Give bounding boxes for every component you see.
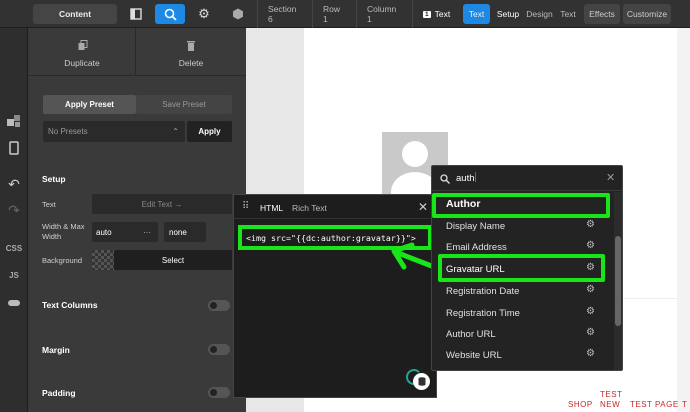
duplicate-button[interactable]: Duplicate — [28, 28, 136, 76]
hexagon-button[interactable] — [228, 4, 248, 24]
tab-text[interactable]: Text — [463, 4, 490, 24]
content-button[interactable]: Content — [33, 4, 117, 24]
gear-icon: ⚙ — [198, 6, 210, 21]
dropdown-search-input[interactable]: auth — [456, 172, 596, 186]
dropdown-item-gravatar-url[interactable]: Gravatar URL — [446, 264, 505, 275]
dropdown-item-registration-date[interactable]: Registration Date — [446, 286, 519, 297]
edit-text-button[interactable]: Edit Text → — [92, 194, 232, 214]
nav-test-new[interactable]: TEST NEW — [600, 390, 622, 410]
breadcrumb-column[interactable]: Column 1 — [356, 0, 412, 28]
dropdown-group-author: Author — [446, 198, 481, 210]
apply-button[interactable]: Apply — [187, 121, 232, 142]
top-toolbar: Content ⚙ Section 6 Row 1 Column 1 1 Tex… — [0, 0, 690, 28]
margin-heading: Margin — [42, 345, 70, 355]
settings-gear-button[interactable]: ⚙ — [194, 4, 214, 24]
tab-text-style[interactable]: Text — [557, 4, 579, 24]
breadcrumb-text[interactable]: 1 Text — [412, 0, 460, 28]
redo-icon[interactable]: ↷ — [0, 202, 28, 219]
drag-handle-icon[interactable]: ⠿ — [242, 201, 249, 212]
tab-html[interactable]: HTML — [260, 203, 283, 213]
padding-heading: Padding — [42, 388, 76, 398]
layout-icon[interactable] — [126, 4, 146, 24]
inspector-panel: Duplicate Delete Apply Preset Save Prese… — [28, 28, 246, 412]
dropdown-item-email-address[interactable]: Email Address — [446, 242, 507, 253]
hexagon-icon — [233, 8, 243, 20]
transparency-swatch[interactable] — [92, 250, 114, 270]
breadcrumb-text-label: Text — [434, 9, 451, 19]
mobile-icon[interactable] — [0, 141, 28, 157]
dropdown-scrollbar-thumb[interactable] — [615, 236, 621, 326]
text-columns-toggle[interactable] — [208, 300, 230, 311]
database-button[interactable] — [413, 373, 430, 390]
database-icon — [418, 377, 425, 386]
background-label: Background — [42, 256, 83, 265]
nav-shop[interactable]: SHOP — [568, 400, 593, 409]
search-button[interactable] — [155, 4, 185, 24]
apply-preset-button[interactable]: Apply Preset — [43, 95, 136, 114]
delete-label: Delete — [178, 58, 204, 68]
js-button[interactable]: JS — [0, 271, 28, 280]
search-icon — [440, 174, 450, 184]
delete-button[interactable]: Delete — [136, 28, 246, 76]
setup-heading: Setup — [42, 174, 66, 184]
canvas-scrollbar[interactable] — [677, 28, 690, 412]
close-editor-icon[interactable]: ✕ — [418, 200, 428, 214]
gear-icon[interactable]: ⚙ — [586, 240, 595, 251]
dropdown-item-display-name[interactable]: Display Name — [446, 221, 505, 232]
search-icon — [164, 8, 177, 21]
dropdown-divider — [432, 190, 622, 191]
breadcrumb-row[interactable]: Row 1 — [312, 0, 356, 28]
max-width-input[interactable]: none — [164, 222, 206, 242]
dropdown-close-icon[interactable]: ✕ — [606, 171, 615, 184]
width-more-button[interactable]: ⋯ — [136, 222, 158, 242]
gamepad-icon[interactable] — [0, 298, 28, 310]
breadcrumb-badge: 1 — [423, 10, 431, 18]
customize-button[interactable]: Customize — [623, 4, 671, 24]
width-input[interactable]: auto — [92, 222, 136, 242]
select-arrows-icon: ⌃ — [172, 127, 179, 136]
tab-rich-text[interactable]: Rich Text — [292, 203, 327, 213]
trash-icon — [187, 41, 195, 51]
left-rail: ↶ ↷ CSS JS — [0, 28, 28, 412]
presets-select-value: No Presets — [48, 127, 88, 136]
editor-divider — [234, 218, 436, 219]
gear-icon[interactable]: ⚙ — [586, 327, 595, 338]
undo-icon[interactable]: ↶ — [0, 176, 28, 193]
copy-icon — [78, 40, 88, 50]
html-editor-popup: ⠿ HTML Rich Text ✕ <img src="{{dc:author… — [233, 194, 437, 398]
css-button[interactable]: CSS — [0, 244, 28, 253]
effects-button[interactable]: Effects — [584, 4, 620, 24]
gear-icon[interactable]: ⚙ — [586, 219, 595, 230]
text-columns-heading: Text Columns — [42, 300, 98, 310]
save-preset-button[interactable]: Save Preset — [136, 95, 232, 114]
margin-toggle[interactable] — [208, 344, 230, 355]
cubes-icon[interactable] — [0, 114, 28, 130]
nav-test-new-line2: NEW — [600, 400, 621, 409]
gear-icon[interactable]: ⚙ — [586, 262, 595, 273]
dropdown-item-author-url[interactable]: Author URL — [446, 329, 496, 340]
gear-icon[interactable]: ⚙ — [586, 348, 595, 359]
tab-setup[interactable]: Setup — [494, 4, 522, 24]
dropdown-search-value: auth — [456, 173, 475, 184]
breadcrumb-section[interactable]: Section 6 — [257, 0, 312, 28]
nav-test-page[interactable]: TEST PAGE — [630, 400, 679, 409]
gear-icon[interactable]: ⚙ — [586, 284, 595, 295]
duplicate-label: Duplicate — [64, 58, 100, 68]
presets-select[interactable]: No Presets ⌃ — [43, 121, 185, 142]
tab-design[interactable]: Design — [525, 4, 554, 24]
dropdown-item-registration-time[interactable]: Registration Time — [446, 308, 520, 319]
padding-toggle[interactable] — [208, 387, 230, 398]
dynamic-content-dropdown: auth ✕ Author Display Name ⚙ Email Addre… — [431, 165, 623, 371]
text-label: Text — [42, 200, 56, 209]
dropdown-item-website-url[interactable]: Website URL — [446, 350, 502, 361]
width-label: Width & Max Width — [42, 222, 85, 241]
select-background-button[interactable]: Select — [114, 250, 232, 270]
gear-icon[interactable]: ⚙ — [586, 306, 595, 317]
nav-t[interactable]: T — [682, 400, 687, 409]
nav-test-new-line1: TEST — [600, 390, 623, 399]
